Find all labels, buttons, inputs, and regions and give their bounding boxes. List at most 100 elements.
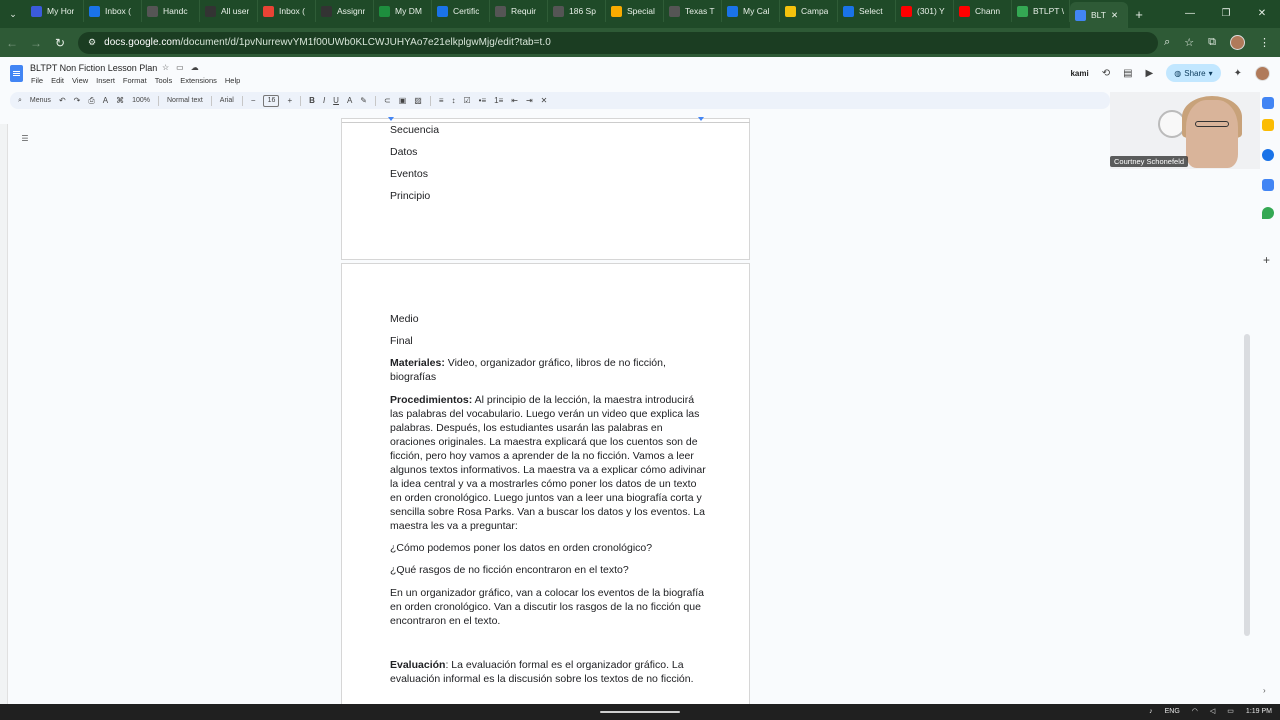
browser-tab[interactable]: Texas T [664,0,722,22]
redo-icon[interactable]: ↷ [74,96,81,105]
document-scrollbar[interactable] [1244,334,1250,636]
back-button[interactable]: ← [0,36,24,50]
decrease-indent-icon[interactable]: ⇤ [511,96,518,105]
microphone-icon[interactable]: ♪ [1149,708,1153,715]
decrease-font-icon[interactable]: − [251,96,256,105]
maps-icon[interactable] [1262,207,1274,219]
browser-tab[interactable]: Inbox ( [258,0,316,22]
account-avatar[interactable] [1255,65,1270,81]
highlight-icon[interactable]: ✎ [360,96,367,105]
add-addon-icon[interactable]: + [1263,253,1270,267]
browser-tab[interactable]: BTLPT \ [1012,0,1070,22]
clock[interactable]: 1:19 PM [1246,708,1272,715]
battery-icon[interactable]: ▭ [1227,707,1234,715]
checklist-icon[interactable]: ☑ [464,96,471,105]
site-info-icon[interactable]: ⚙ [88,37,96,48]
cloud-status-icon[interactable]: ☁ [191,63,199,72]
undo-icon[interactable]: ↶ [59,96,66,105]
move-folder-icon[interactable]: ▭ [176,63,184,72]
star-icon[interactable]: ☆ [162,63,169,72]
browser-tab[interactable]: My Hor [26,0,84,22]
menu-help[interactable]: Help [225,76,240,85]
zoom-icon[interactable]: ⌕ [1164,36,1170,49]
menu-view[interactable]: View [72,76,88,85]
browser-tab[interactable]: BLT ✕ [1070,2,1128,28]
minimize-button[interactable]: — [1172,0,1208,28]
menu-format[interactable]: Format [123,76,147,85]
browser-tab[interactable]: My DM [374,0,432,22]
increase-indent-icon[interactable]: ⇥ [526,96,533,105]
browser-tab[interactable]: Certific [432,0,490,22]
bookmark-star-icon[interactable]: ☆ [1184,36,1194,49]
link-icon[interactable]: ⊂ [384,96,391,105]
browser-tab[interactable]: (301) Y [896,0,954,22]
font-size-input[interactable]: 16 [263,94,280,107]
italic-icon[interactable]: I [323,96,325,105]
browser-menu-icon[interactable]: ⋮ [1259,36,1270,49]
document-page-1[interactable]: Secuencia Datos Eventos Principio [341,118,750,260]
comments-icon[interactable]: ▤ [1123,68,1132,79]
increase-font-icon[interactable]: + [287,96,292,105]
search-menus-label[interactable]: Menus [30,97,51,104]
document-title[interactable]: BLTPT Non Fiction Lesson Plan [30,63,157,73]
print-icon[interactable]: ⎙ [88,96,94,106]
profile-avatar[interactable] [1230,35,1245,50]
document-page-2[interactable]: Medio Final Materiales: Video, organizad… [341,263,750,713]
browser-tab[interactable]: My Cal [722,0,780,22]
image-icon[interactable]: ▨ [414,96,422,105]
share-button[interactable]: ◍ Share ▾ [1166,64,1221,82]
browser-tab[interactable]: Special [606,0,664,22]
volume-icon[interactable]: ◁ [1210,707,1215,715]
docs-logo-icon[interactable] [10,65,23,82]
text-color-icon[interactable]: A [347,96,352,105]
font-select[interactable]: Arial [220,97,234,104]
calendar-icon[interactable] [1262,97,1274,109]
browser-tab[interactable]: Inbox ( [84,0,142,22]
tab-search-icon[interactable]: ⌄ [0,9,26,20]
close-tab-icon[interactable]: ✕ [1111,10,1118,21]
style-select[interactable]: Normal text [167,97,203,104]
new-tab-button[interactable]: + [1128,7,1150,22]
comment-icon[interactable]: ▣ [399,96,407,105]
taskbar-handle[interactable] [600,711,680,713]
search-menus-icon[interactable]: ⌕ [18,97,22,105]
paint-format-icon[interactable]: ⌘ [116,96,124,105]
forward-button[interactable]: → [24,36,48,50]
keep-icon[interactable] [1262,119,1274,131]
zoom-select[interactable]: 100% [132,97,150,104]
show-side-panel-icon[interactable]: › [1263,686,1266,695]
left-indent-marker[interactable] [388,117,394,121]
browser-tab[interactable]: Campa [780,0,838,22]
align-icon[interactable]: ≡ [439,96,444,105]
browser-tab[interactable]: All user [200,0,258,22]
version-history-icon[interactable]: ⟲ [1102,68,1110,79]
menu-tools[interactable]: Tools [155,76,173,85]
menu-file[interactable]: File [31,76,43,85]
url-field[interactable]: ⚙ docs.google.com/document/d/1pvNurrewvY… [78,31,1158,54]
meet-icon[interactable]: ▶ [1146,68,1154,79]
tasks-icon[interactable] [1262,149,1274,161]
extensions-icon[interactable]: ⧉ [1208,36,1216,49]
browser-tab[interactable]: Assignr [316,0,374,22]
maximize-button[interactable]: ❐ [1208,0,1244,28]
menu-extensions[interactable]: Extensions [180,76,217,85]
close-window-button[interactable]: ✕ [1244,0,1280,28]
right-indent-marker[interactable] [698,117,704,121]
wifi-icon[interactable]: ◠ [1192,707,1198,715]
browser-tab[interactable]: Select [838,0,896,22]
gemini-icon[interactable]: ✦ [1234,68,1242,79]
menu-edit[interactable]: Edit [51,76,64,85]
line-spacing-icon[interactable]: ↕ [452,96,456,105]
kami-button[interactable]: kami [1070,69,1088,78]
numbered-list-icon[interactable]: 1≡ [494,96,503,105]
bold-icon[interactable]: B [309,96,315,105]
browser-tab[interactable]: Requir [490,0,548,22]
underline-icon[interactable]: U [333,96,339,105]
clear-format-icon[interactable]: ✕ [541,96,548,105]
browser-tab[interactable]: Handc [142,0,200,22]
outline-icon[interactable]: ☰ [18,132,32,146]
bullet-list-icon[interactable]: •≡ [479,96,486,105]
language-indicator[interactable]: ENG [1165,708,1180,715]
browser-tab[interactable]: Chann [954,0,1012,22]
contacts-icon[interactable] [1262,179,1274,191]
